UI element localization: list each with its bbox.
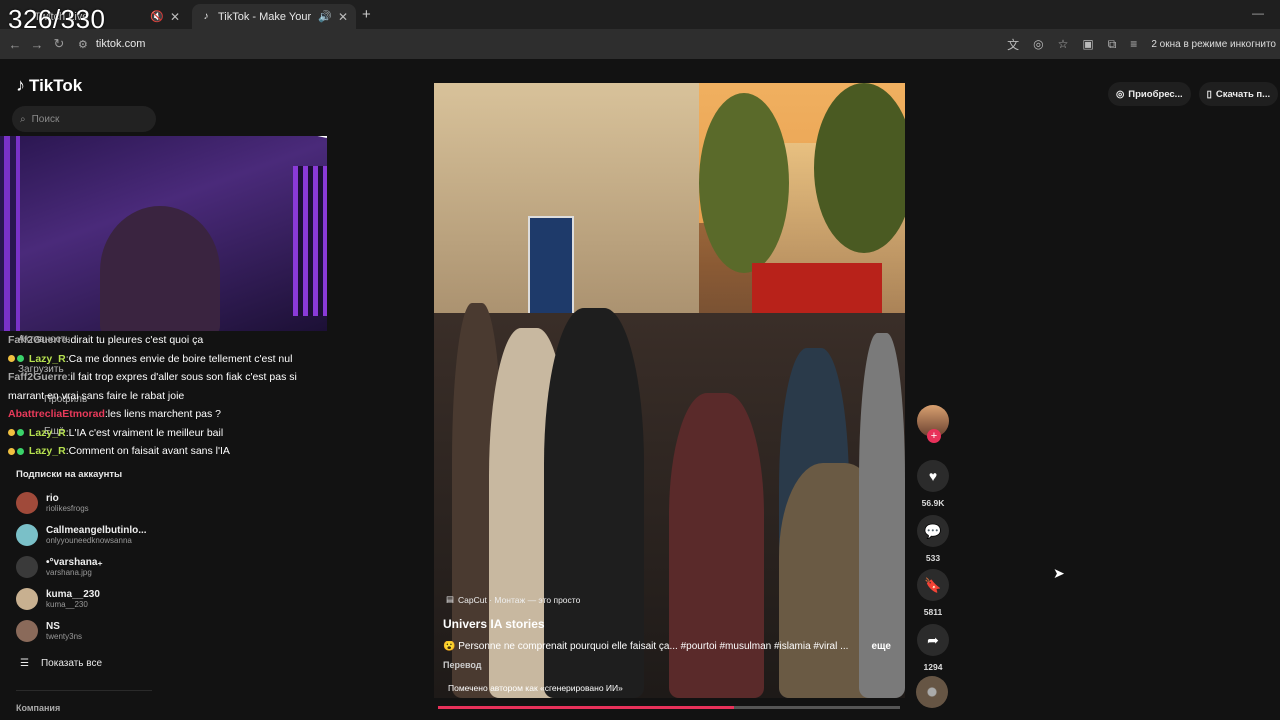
list-icon: ☰ [20, 658, 29, 669]
extension-icon[interactable]: ▣ [1082, 37, 1093, 51]
download-app-button[interactable]: ▯ Скачать п... [1198, 82, 1279, 106]
comment-count: 533 [925, 553, 941, 563]
video-author[interactable]: Univers IA stories [443, 617, 545, 631]
ai-generated-label: Помечено автором как «сгенерировано ИИ» [448, 683, 623, 693]
more-link[interactable]: еще [871, 641, 891, 652]
subscription-item[interactable]: NS twenty3ns [16, 620, 82, 642]
author-avatar-button[interactable]: + [916, 405, 950, 443]
tiktok-favicon-icon: ♪ [203, 11, 209, 22]
coin-icon: ◎ [1116, 88, 1125, 100]
search-placeholder: Поиск [31, 113, 60, 125]
like-button[interactable]: ♥ 56.9K [916, 460, 950, 508]
avatar [16, 556, 38, 578]
mute-icon[interactable]: 🔇 [150, 10, 164, 23]
chat-message: Lazy_R:L'IA c'est vraiment le meilleur b… [8, 424, 328, 443]
share-count: 1294 [923, 662, 943, 672]
chat-message: Faff2Guerre:il fait trop expres d'aller … [8, 371, 297, 383]
chat-message: Faff2Guerre:dirait tu pleures c'est quoi… [8, 334, 204, 346]
tiktok-page: ♪ TikTok ⌕ Поиск Активность Загрузить Пр… [0, 59, 1280, 720]
mouse-cursor-icon: ➤ [1053, 565, 1065, 581]
video-player[interactable]: ▤ CapCut · Монтаж — это просто Univers I… [434, 83, 905, 698]
url-field[interactable]: ⚙ tiktok.com [78, 38, 145, 51]
subscriptions-title: Подписки на аккаунты [16, 469, 123, 480]
save-button[interactable]: 🔖 5811 [916, 569, 950, 617]
logo-text: TikTok [29, 75, 83, 95]
follow-plus-icon[interactable]: + [927, 429, 941, 443]
reload-icon[interactable]: ↻ [48, 36, 70, 52]
bookmark-icon: 🔖 [917, 569, 949, 601]
video-progress-bar[interactable] [438, 706, 900, 709]
tiktok-note-icon: ♪ [16, 75, 25, 95]
back-icon[interactable]: ← [4, 37, 26, 52]
chat-message: Lazy_R:Ca me donnes envie de boire telle… [8, 350, 328, 369]
url-text: tiktok.com [95, 38, 146, 50]
eye-off-icon[interactable]: ◎ [1033, 37, 1043, 51]
tab-label: TikTok - Make Your Day [218, 10, 314, 23]
chat-message: Lazy_R:Comment on faisait avant sans l'I… [8, 442, 328, 461]
search-input[interactable]: ⌕ Поиск [12, 106, 156, 132]
incognito-label[interactable]: 2 окна в режиме инкогнито [1151, 39, 1276, 50]
get-coins-button[interactable]: ◎ Приобрес... [1108, 82, 1191, 106]
avatar [16, 492, 38, 514]
search-icon: ⌕ [20, 113, 26, 125]
stream-chat-overlay: Faff2Guerre:dirait tu pleures c'est quoi… [8, 331, 328, 461]
address-bar: ← → ↻ ⚙ tiktok.com 文 ◎ ☆ ▣ ⧉ ≡ 2 окна в … [0, 29, 1280, 59]
comment-button[interactable]: 💬 533 [916, 515, 950, 563]
close-tab-icon[interactable]: ✕ [338, 10, 348, 24]
chat-message: AbattrecliaEtmorad:les liens marchent pa… [8, 408, 222, 420]
subscription-item[interactable]: •°varshana₊ varshana.jpg [16, 556, 103, 578]
divider [16, 690, 152, 691]
new-tab-button[interactable]: + [362, 6, 371, 23]
puzzle-icon[interactable]: ⧉ [1108, 37, 1117, 52]
company-link[interactable]: Компания [16, 703, 60, 713]
site-info-icon[interactable]: ⚙ [78, 38, 88, 51]
capcut-tag[interactable]: ▤ CapCut · Монтаж — это просто [446, 594, 580, 605]
avatar [16, 620, 38, 642]
translate-icon[interactable]: 文 [1007, 36, 1019, 53]
video-description: 😮 Personne ne comprenait pourquoi elle f… [443, 641, 891, 652]
video-progress-fill [438, 706, 734, 709]
translate-link[interactable]: Перевод [443, 660, 481, 670]
stream-webcam-overlay [0, 136, 327, 331]
close-tab-icon[interactable]: ✕ [170, 10, 180, 24]
comment-icon: 💬 [917, 515, 949, 547]
save-count: 5811 [923, 607, 943, 617]
subscription-item[interactable]: rio riolikesfrogs [16, 492, 89, 514]
subscription-item[interactable]: Callmeangelbutinlo... onlyyouneedknowsann… [16, 524, 147, 546]
show-all-button[interactable]: ☰ Показать все [20, 658, 102, 669]
like-count: 56.9K [921, 498, 945, 508]
avatar [16, 588, 38, 610]
minimize-icon[interactable]: — [1252, 6, 1264, 20]
chat-message: marrant en vrai sans faire le rabat joie [8, 389, 185, 402]
avatar [16, 524, 38, 546]
canicule-poster [528, 216, 574, 316]
share-icon: ➦ [917, 624, 949, 656]
phone-icon: ▯ [1206, 88, 1212, 100]
browser-tab-bar: Twitch Live 🔇 ✕ ♪ TikTok - Make Your Day… [0, 0, 1280, 34]
media-icon[interactable]: ≡ [1130, 37, 1137, 51]
audio-playing-icon[interactable]: 🔊 [318, 10, 332, 23]
streamer-figure [100, 206, 220, 331]
heart-icon: ♥ [917, 460, 949, 492]
tab-tiktok[interactable]: ♪ TikTok - Make Your Day 🔊 ✕ [192, 4, 356, 29]
share-button[interactable]: ➦ 1294 [916, 624, 950, 672]
music-disc-icon[interactable] [916, 676, 948, 708]
subscription-item[interactable]: kuma__230 kuma__230 [16, 588, 100, 610]
tiktok-logo[interactable]: ♪ TikTok [16, 75, 82, 96]
bookmark-star-icon[interactable]: ☆ [1058, 37, 1069, 51]
capcut-icon: ▤ [446, 594, 455, 604]
forward-icon[interactable]: → [26, 37, 48, 52]
